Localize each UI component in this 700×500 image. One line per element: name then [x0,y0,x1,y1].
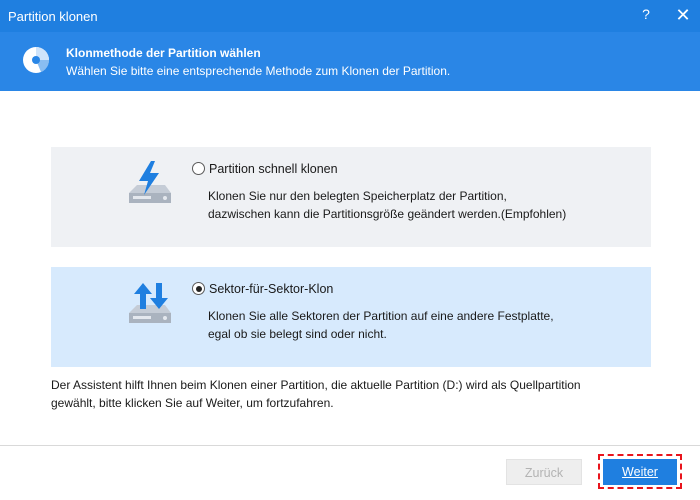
window-title: Partition klonen [8,9,98,24]
option-description-line: dazwischen kann die Partitionsgröße geän… [208,207,567,221]
header-subtitle: Wählen Sie bitte eine entsprechende Meth… [66,64,451,78]
next-button-label: Weiter [622,465,658,479]
option-sector-clone[interactable]: Sektor-für-Sektor-Klon Klonen Sie alle S… [51,267,651,367]
disk-arrows-icon [129,283,171,323]
info-line: Der Assistent hilft Ihnen beim Klonen ei… [51,378,581,392]
option-description: Klonen Sie alle Sektoren der Partition a… [208,307,638,343]
header-title: Klonmethode der Partition wählen [66,46,261,60]
title-bar: Partition klonen ? ✕ [0,0,700,32]
radio-sector-clone[interactable] [192,282,205,295]
info-text: Der Assistent hilft Ihnen beim Klonen ei… [51,376,661,412]
help-icon[interactable]: ? [638,6,654,26]
option-description-line: egal ob sie belegt sind oder nicht. [208,327,387,341]
next-button[interactable]: Weiter [603,459,677,485]
close-icon[interactable]: ✕ [674,5,692,25]
radio-quick-clone[interactable] [192,162,205,175]
wizard-header: Klonmethode der Partition wählen Wählen … [0,32,700,91]
info-line: gewählt, bitte klicken Sie auf Weiter, u… [51,396,334,410]
option-label[interactable]: Sektor-für-Sektor-Klon [209,282,333,296]
pie-chart-icon [23,47,49,73]
footer-divider [0,445,700,446]
option-description-line: Klonen Sie alle Sektoren der Partition a… [208,309,554,323]
option-label[interactable]: Partition schnell klonen [209,162,338,176]
option-quick-clone[interactable]: Partition schnell klonen Klonen Sie nur … [51,147,651,247]
option-description: Klonen Sie nur den belegten Speicherplat… [208,187,638,223]
disk-lightning-icon [129,161,171,203]
back-button[interactable]: Zurück [506,459,582,485]
option-description-line: Klonen Sie nur den belegten Speicherplat… [208,189,507,203]
